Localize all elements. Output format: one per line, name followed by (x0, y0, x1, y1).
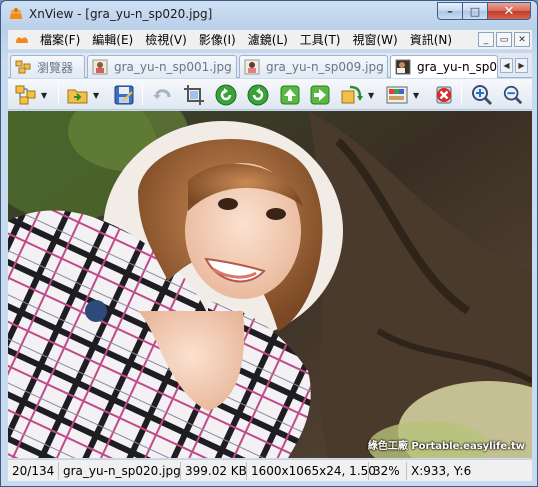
tab-image-009[interactable]: gra_yu-n_sp009.jpg (239, 55, 388, 78)
title-bar[interactable]: XnView - [gra_yu-n_sp020.jpg] – □ ✕ (1, 1, 537, 29)
toolbar-separator (58, 84, 59, 105)
xnview-logo-icon (10, 8, 22, 19)
status-filename: gra_yu-n_sp020.jpg (59, 461, 181, 480)
status-bar: 20/134 gra_yu-n_sp020.jpg 399.02 KB 1600… (8, 459, 532, 481)
photo-thumb-icon (395, 59, 411, 75)
menu-info[interactable]: 資訊(N) (404, 31, 458, 48)
app-window: XnView - [gra_yu-n_sp020.jpg] – □ ✕ 檔案(F… (0, 0, 538, 487)
tab-label: gra_yu-n_sp001.jpg (114, 60, 232, 74)
menu-bar: 檔案(F) 編輯(E) 檢視(V) 影像(I) 濾鏡(L) 工具(T) 視窗(W… (8, 30, 532, 50)
mdi-restore-button[interactable]: ▭ (496, 32, 512, 47)
minimize-button[interactable]: – (437, 2, 463, 20)
image-viewer[interactable]: 綠色工廠 Portable.easylife.tw (8, 111, 532, 458)
zoom-out-icon[interactable] (502, 83, 524, 107)
tab-label: gra_yu-n_sp009.jpg (266, 60, 384, 74)
status-coords: X:933, Y:6 (411, 463, 472, 478)
close-button[interactable]: ✕ (488, 2, 531, 20)
status-filesize: 399.02 KB (181, 461, 247, 480)
status-zoom: 32% (369, 461, 407, 480)
rotate-left-icon[interactable] (214, 83, 238, 107)
photo-thumb-icon (92, 59, 108, 75)
tab-label: gra_yu-n_sp0 (417, 60, 498, 74)
photo-thumb-icon (244, 59, 260, 75)
browser-icon[interactable] (14, 83, 38, 107)
maximize-button[interactable]: □ (463, 2, 488, 20)
tab-bar: 瀏覽器 gra_yu-n_sp001.jpg gra_yu-n_sp009.jp… (8, 53, 532, 78)
tab-browser[interactable]: 瀏覽器 (10, 55, 85, 78)
crop-icon[interactable] (182, 83, 206, 107)
status-index: 20/134 (8, 461, 59, 480)
save-icon[interactable] (112, 83, 136, 107)
mdi-minimize-button[interactable]: _ (478, 32, 494, 47)
window-title: XnView - [gra_yu-n_sp020.jpg] (29, 7, 213, 21)
menu-edit[interactable]: 編輯(E) (86, 31, 139, 48)
open-folder-icon[interactable] (66, 83, 90, 107)
photo (8, 111, 532, 458)
rotate-right-icon[interactable] (246, 83, 270, 107)
toolbar-separator (461, 84, 462, 105)
document-icon[interactable] (14, 32, 30, 48)
next-icon[interactable] (308, 83, 332, 107)
tab-scroll-left-button[interactable]: ◀ (500, 58, 513, 73)
menu-tools[interactable]: 工具(T) (294, 31, 347, 48)
dropdown-arrow-icon[interactable]: ▼ (93, 91, 99, 100)
toolbar: ▼ ▼ ▼ ▼ (8, 79, 532, 110)
dropdown-arrow-icon[interactable]: ▼ (41, 91, 47, 100)
browser-icon (15, 60, 31, 74)
dropdown-arrow-icon[interactable]: ▼ (368, 91, 374, 100)
undo-icon[interactable] (151, 83, 175, 107)
dropdown-arrow-icon[interactable]: ▼ (413, 91, 419, 100)
tab-scroll-right-button[interactable]: ▶ (515, 58, 528, 73)
previous-icon[interactable] (278, 83, 302, 107)
mdi-close-button[interactable]: ✕ (514, 32, 530, 47)
toolbar-separator (142, 84, 143, 105)
tab-image-001[interactable]: gra_yu-n_sp001.jpg (87, 55, 237, 78)
menu-image[interactable]: 影像(I) (193, 31, 242, 48)
tab-label: 瀏覽器 (37, 60, 74, 75)
menu-file[interactable]: 檔案(F) (34, 31, 86, 48)
watermark: 綠色工廠 Portable.easylife.tw (367, 441, 525, 452)
adjust-icon[interactable] (385, 83, 409, 107)
menu-filter[interactable]: 濾鏡(L) (242, 31, 294, 48)
menu-view[interactable]: 檢視(V) (139, 31, 193, 48)
status-dimensions: 1600x1065x24, 1.50 (247, 461, 376, 480)
delete-icon[interactable] (432, 83, 456, 107)
zoom-in-icon[interactable] (470, 83, 494, 107)
convert-icon[interactable] (340, 83, 364, 107)
tab-image-020[interactable]: gra_yu-n_sp0 (390, 55, 498, 78)
menu-window[interactable]: 視窗(W) (346, 31, 403, 48)
